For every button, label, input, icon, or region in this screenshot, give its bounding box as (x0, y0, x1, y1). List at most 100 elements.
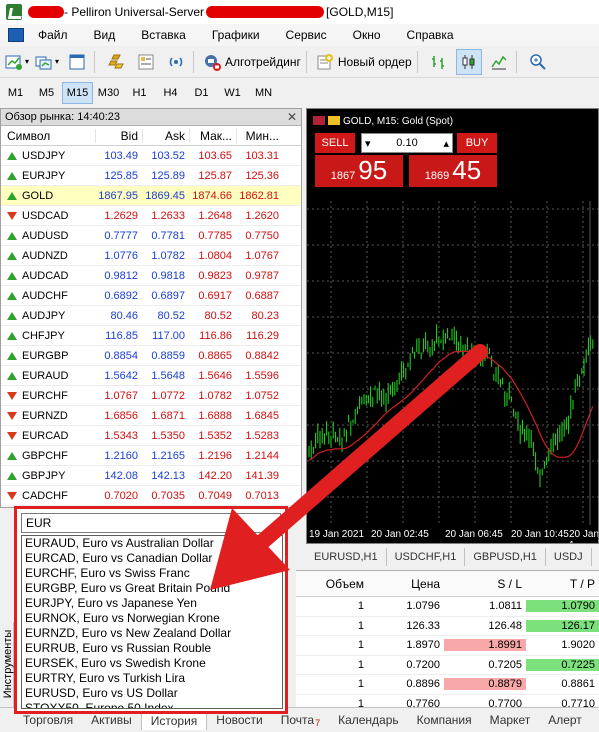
market-watch-row[interactable]: AUDJPY 80.46 80.52 80.52 80.23 (1, 306, 301, 326)
order-row[interactable]: 1 1.8970 1.8991 1.9020 (296, 636, 599, 656)
profiles-button[interactable]: ▾ (34, 49, 60, 75)
order-row[interactable]: 1 1.0796 1.0811 1.0790 (296, 597, 599, 617)
search-result-item[interactable]: EURTRY, Euro vs Turkish Lira (22, 671, 282, 686)
search-result-item[interactable]: STOXX50, Europe 50 Index (22, 701, 282, 708)
timeframe-h4[interactable]: H4 (155, 82, 186, 104)
bar-chart-button[interactable] (426, 49, 452, 75)
column-stop-loss[interactable]: S / L (444, 577, 526, 591)
timeframe-m5[interactable]: M5 (31, 82, 62, 104)
line-chart-button[interactable] (486, 49, 512, 75)
column-ask[interactable]: Ask (142, 128, 189, 143)
column-volume[interactable]: Объем (296, 577, 368, 591)
column-price[interactable]: Цена (368, 577, 444, 591)
order-row[interactable]: 1 0.7200 0.7205 0.7225 (296, 656, 599, 675)
new-order-button[interactable]: Новый ордер (315, 49, 413, 75)
navigator-button[interactable] (133, 49, 159, 75)
column-symbol[interactable]: Символ (1, 129, 95, 143)
search-result-item[interactable]: EURNZD, Euro vs New Zealand Dollar (22, 626, 282, 641)
market-watch-row[interactable]: GBPCHF 1.2160 1.2165 1.2196 1.2144 (1, 446, 301, 466)
market-watch-row[interactable]: AUDNZD 1.0776 1.0782 1.0804 1.0767 (1, 246, 301, 266)
market-button[interactable] (103, 49, 129, 75)
timeframe-w1[interactable]: W1 (217, 82, 248, 104)
search-result-item[interactable]: EURRUB, Euro vs Russian Rouble (22, 641, 282, 656)
column-low[interactable]: Мин... (236, 128, 283, 143)
chart-window-icon[interactable] (8, 28, 24, 42)
search-result-item[interactable]: EURUSD, Euro vs US Dollar (22, 686, 282, 701)
search-result-item[interactable]: EURNOK, Euro vs Norwegian Krone (22, 611, 282, 626)
chart-tab-usdchf[interactable]: USDCHF,H1 (387, 548, 466, 566)
sell-price-small: 1867 (330, 170, 356, 182)
timeframe-m30[interactable]: M30 (93, 82, 124, 104)
market-watch-row[interactable]: EURCHF 1.0767 1.0772 1.0782 1.0752 (1, 386, 301, 406)
sell-button[interactable]: SELL (315, 133, 355, 153)
menu-tools[interactable]: Сервис (286, 28, 327, 42)
search-result-item[interactable]: EURSEK, Euro vs Swedish Krone (22, 656, 282, 671)
timeframe-d1[interactable]: D1 (186, 82, 217, 104)
lot-size-input[interactable]: ▾ 0.10 ▴ (361, 133, 453, 153)
search-result-item[interactable]: EURGBP, Euro vs Great Britain Pound (22, 581, 282, 596)
buy-price-box[interactable]: 1869 45 (409, 155, 497, 187)
column-high[interactable]: Мак... (189, 128, 236, 143)
timeframe-h1[interactable]: H1 (124, 82, 155, 104)
menu-charts[interactable]: Графики (212, 28, 260, 42)
search-result-item[interactable]: EURCAD, Euro vs Canadian Dollar (22, 551, 282, 566)
market-watch-row[interactable]: EURCAD 1.5343 1.5350 1.5352 1.5283 (1, 426, 301, 446)
tab-calendar[interactable]: Календарь (329, 710, 408, 730)
market-watch-row[interactable]: USDCAD 1.2629 1.2633 1.2648 1.2620 (1, 206, 301, 226)
market-watch-row[interactable]: USDJPY 103.49 103.52 103.65 103.31 (1, 146, 301, 166)
lot-decrease-icon[interactable]: ▾ (365, 137, 371, 150)
toolbox-side-tab[interactable]: Инструменты (0, 622, 14, 707)
new-chart-button[interactable]: ▾ (4, 49, 30, 75)
market-watch-row[interactable]: AUDCAD 0.9812 0.9818 0.9823 0.9787 (1, 266, 301, 286)
symbol-search-input[interactable] (21, 513, 281, 533)
market-watch-row[interactable]: AUDUSD 0.7777 0.7781 0.7785 0.7750 (1, 226, 301, 246)
market-watch-row[interactable]: GOLD 1867.95 1869.45 1874.66 1862.81 (1, 186, 301, 206)
zoom-window-button[interactable] (64, 49, 90, 75)
tab-company[interactable]: Компания (408, 710, 481, 730)
column-bid[interactable]: Bid (95, 128, 142, 143)
flag-icon (313, 116, 325, 125)
low-cell: 80.23 (251, 309, 279, 322)
close-icon[interactable]: ✕ (286, 512, 296, 526)
menu-help[interactable]: Справка (407, 28, 454, 42)
price-chart[interactable]: GOLD, M15: Gold (Spot) SELL ▾ 0.10 ▴ BUY… (306, 108, 599, 544)
search-result-item[interactable]: EURCHF, Euro vs Swiss Franc (22, 566, 282, 581)
symbol-name: GBPCHF (22, 449, 68, 462)
sell-price-box[interactable]: 1867 95 (315, 155, 403, 187)
search-result-item[interactable]: EURJPY, Euro vs Japanese Yen (22, 596, 282, 611)
signals-button[interactable] (163, 49, 189, 75)
arrow-down-icon (7, 431, 17, 440)
menu-insert[interactable]: Вставка (141, 28, 186, 42)
market-watch-row[interactable]: EURGBP 0.8854 0.8859 0.8865 0.8842 (1, 346, 301, 366)
market-watch-row[interactable]: CHFJPY 116.85 117.00 116.86 116.29 (1, 326, 301, 346)
column-take-profit[interactable]: T / P (526, 577, 599, 591)
candlestick-button[interactable] (455, 48, 482, 75)
buy-button[interactable]: BUY (457, 133, 497, 153)
lot-increase-icon[interactable]: ▴ (443, 137, 449, 150)
menu-view[interactable]: Вид (94, 28, 116, 42)
order-row[interactable]: 1 126.33 126.48 126.17 (296, 617, 599, 636)
chart-tab-usdj[interactable]: USDJ (546, 548, 592, 566)
market-watch-row[interactable]: AUDCHF 0.6892 0.6897 0.6917 0.6887 (1, 286, 301, 306)
close-icon[interactable]: ✕ (287, 110, 297, 124)
symbol-cell: AUDNZD (1, 250, 95, 262)
order-row[interactable]: 1 0.8896 0.8879 0.8861 (296, 675, 599, 695)
market-watch-row[interactable]: EURAUD 1.5642 1.5648 1.5646 1.5596 (1, 366, 301, 386)
menu-window[interactable]: Окно (353, 28, 381, 42)
menu-file[interactable]: Файл (38, 28, 68, 42)
market-watch-row[interactable]: EURJPY 125.85 125.89 125.87 125.36 (1, 166, 301, 186)
market-watch-row[interactable]: EURNZD 1.6856 1.6871 1.6888 1.6845 (1, 406, 301, 426)
symbol-cell: EURCHF (1, 390, 95, 402)
chart-tab-gbpusd[interactable]: GBPUSD,H1 (465, 548, 546, 566)
chart-tab-eurusd[interactable]: EURUSD,H1 (306, 548, 387, 566)
market-watch-row[interactable]: CADCHF 0.7020 0.7035 0.7049 0.7013 (1, 486, 301, 506)
zoom-in-button[interactable] (525, 49, 551, 75)
timeframe-m15[interactable]: M15 (62, 82, 93, 104)
tab-market[interactable]: Маркет (481, 710, 540, 730)
search-result-item[interactable]: EURAUD, Euro vs Australian Dollar (22, 536, 282, 551)
tab-alerts[interactable]: Алерт (539, 710, 591, 730)
algo-trading-button[interactable]: Алготрейдинг (202, 49, 302, 75)
timeframe-mn[interactable]: MN (248, 82, 279, 104)
timeframe-m1[interactable]: M1 (0, 82, 31, 104)
market-watch-row[interactable]: GBPJPY 142.08 142.13 142.20 141.39 (1, 466, 301, 486)
